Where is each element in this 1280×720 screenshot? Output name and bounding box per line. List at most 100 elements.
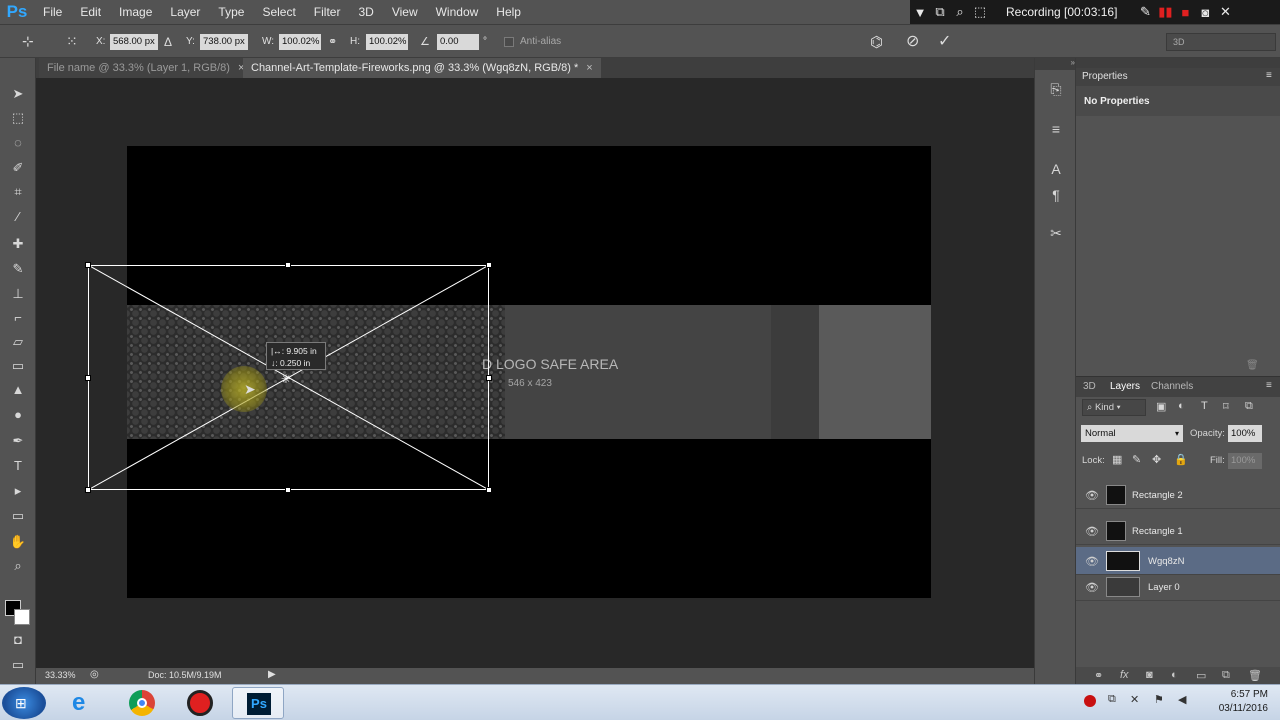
dropdown-arrow-icon[interactable]: ▼	[910, 5, 930, 20]
eye-icon[interactable]: 👁	[1085, 525, 1099, 538]
transform-handle[interactable]	[285, 262, 291, 268]
history-icon[interactable]: ⎘	[1045, 78, 1067, 100]
y-field[interactable]: 738.00 px	[200, 34, 248, 50]
zoom-level[interactable]: 33.33%	[45, 670, 76, 680]
brush-tool-icon[interactable]: ✎	[8, 259, 28, 279]
blur-tool-icon[interactable]: ▲	[8, 380, 28, 400]
lock-transparent-icon[interactable]: ▦	[1112, 453, 1122, 466]
transform-handle[interactable]	[85, 487, 91, 493]
transform-handle[interactable]	[486, 262, 492, 268]
lock-move-icon[interactable]: ✥	[1152, 453, 1161, 466]
fx-icon[interactable]: fx	[1120, 669, 1129, 681]
angle-field[interactable]: 0.00	[437, 34, 479, 50]
taskbar-photoshop[interactable]: Ps	[232, 687, 284, 719]
taskbar-chrome[interactable]	[116, 687, 168, 719]
status-menu-arrow-icon[interactable]: ▶	[268, 669, 276, 680]
antialias-checkbox[interactable]	[504, 37, 514, 47]
tray-volume-icon[interactable]: ◀	[1178, 693, 1186, 706]
tray-record-icon[interactable]	[1084, 695, 1096, 707]
menu-type[interactable]: Type	[209, 0, 253, 24]
tray-window-icon[interactable]: ⧉	[1108, 693, 1116, 706]
delta-icon[interactable]: Δ	[164, 35, 172, 49]
add-mask-icon[interactable]: ◙	[1146, 669, 1153, 681]
gradient-tool-icon[interactable]: ▭	[8, 356, 28, 376]
layer-filter-select[interactable]: ⌕ Kind ▾	[1082, 399, 1146, 416]
menu-file[interactable]: File	[34, 0, 71, 24]
crop-tool-icon[interactable]: ⌗	[8, 182, 28, 202]
layer-row[interactable]: 👁 Rectangle 2	[1076, 481, 1280, 509]
type-tool-icon[interactable]: T	[8, 456, 28, 476]
pen-tool-icon[interactable]: ✒	[8, 431, 28, 451]
collapse-arrows-icon[interactable]: »	[1035, 58, 1075, 70]
zoom-tool-icon[interactable]: ⌕	[8, 556, 28, 576]
width-field[interactable]: 100.02%	[279, 34, 321, 50]
window-icon[interactable]: ⧉	[930, 4, 950, 20]
taskbar-ie[interactable]: e	[58, 687, 110, 719]
eraser-tool-icon[interactable]: ▱	[8, 332, 28, 352]
tools-preset-icon[interactable]: ✂	[1045, 222, 1067, 244]
tab-file-name[interactable]: File name @ 33.3% (Layer 1, RGB/8) ×	[39, 58, 253, 78]
tab-channels[interactable]: Channels	[1151, 381, 1193, 392]
trash-icon[interactable]: 🗑	[1246, 360, 1259, 371]
eye-icon[interactable]: 👁	[1085, 555, 1099, 568]
menu-help[interactable]: Help	[487, 0, 530, 24]
quick-mask-icon[interactable]: ◘	[8, 630, 28, 650]
marquee-tool-icon[interactable]: ⬚	[8, 108, 28, 128]
path-select-tool-icon[interactable]: ▸	[8, 481, 28, 501]
eyedropper-tool-icon[interactable]: ⁄	[8, 207, 28, 227]
menu-image[interactable]: Image	[110, 0, 161, 24]
tab-3d[interactable]: 3D	[1083, 381, 1096, 392]
stamp-tool-icon[interactable]: ⊥	[8, 284, 28, 304]
transform-handle[interactable]	[486, 375, 492, 381]
quick-select-tool-icon[interactable]: ✐	[8, 158, 28, 178]
filter-pixel-icon[interactable]: ▣	[1156, 400, 1166, 413]
transform-handle[interactable]	[85, 375, 91, 381]
height-field[interactable]: 100.02%	[366, 34, 408, 50]
filter-smart-icon[interactable]: ⧉	[1245, 400, 1253, 413]
healing-brush-tool-icon[interactable]: ✚	[8, 234, 28, 254]
commit-transform-icon[interactable]: ✓	[938, 31, 951, 51]
camera-icon[interactable]: ◙	[1195, 5, 1215, 20]
cancel-transform-icon[interactable]: ⊘	[906, 31, 919, 51]
filter-adjust-icon[interactable]: ◐	[1178, 400, 1185, 412]
pencil-icon[interactable]: ✎	[1135, 4, 1155, 20]
eye-icon[interactable]: 👁	[1085, 581, 1099, 594]
link-icon[interactable]: ⚭	[328, 35, 337, 48]
screen-mode-icon[interactable]: ▭	[8, 655, 28, 675]
layer-row[interactable]: 👁 Rectangle 1	[1076, 517, 1280, 545]
menu-view[interactable]: View	[383, 0, 427, 24]
taskbar-clock[interactable]: 6:57 PM 03/11/2016	[1219, 688, 1268, 716]
new-group-icon[interactable]: ▭	[1196, 669, 1206, 682]
layer-row[interactable]: 👁 Layer 0	[1076, 573, 1280, 601]
lock-brush-icon[interactable]: ✎	[1132, 453, 1141, 466]
character-icon[interactable]: A	[1045, 158, 1067, 180]
tray-flag-icon[interactable]: ⚑	[1154, 693, 1164, 706]
menu-edit[interactable]: Edit	[71, 0, 110, 24]
menu-layer[interactable]: Layer	[161, 0, 209, 24]
filter-type-icon[interactable]: T	[1201, 400, 1208, 412]
menu-3d[interactable]: 3D	[349, 0, 382, 24]
hand-tool-icon[interactable]: ✋	[8, 532, 28, 552]
history-brush-tool-icon[interactable]: ⌐	[8, 308, 28, 328]
rectangle-tool-icon[interactable]: ▭	[8, 506, 28, 526]
transform-handle[interactable]	[486, 487, 492, 493]
transform-tool-icon[interactable]: ⊹	[22, 33, 34, 50]
pivot-point-icon[interactable]: ✳	[281, 372, 291, 386]
transform-handle[interactable]	[85, 262, 91, 268]
status-info-icon[interactable]: ◎	[90, 669, 99, 680]
background-color-swatch[interactable]	[14, 609, 30, 625]
adjustments-icon[interactable]: ≡	[1045, 118, 1067, 140]
eye-icon[interactable]: 👁	[1085, 489, 1099, 502]
crop-icon[interactable]: ⬚	[970, 4, 990, 20]
tab-channel-art[interactable]: Channel-Art-Template-Fireworks.png @ 33.…	[243, 58, 601, 78]
tab-layers[interactable]: Layers	[1110, 381, 1140, 392]
new-layer-icon[interactable]: ⧉	[1222, 669, 1230, 682]
x-field[interactable]: 568.00 px	[110, 34, 158, 50]
warp-icon[interactable]: ⌬	[870, 33, 883, 51]
tray-network-icon[interactable]: ✕	[1130, 693, 1139, 706]
opacity-field[interactable]: 100%	[1228, 425, 1262, 442]
pause-icon[interactable]: ▮▮	[1155, 4, 1175, 20]
fill-field[interactable]: 100%	[1228, 453, 1262, 469]
layer-row[interactable]: 👁 Wgq8zN	[1076, 547, 1280, 575]
search-icon[interactable]: ⌕	[950, 4, 970, 20]
